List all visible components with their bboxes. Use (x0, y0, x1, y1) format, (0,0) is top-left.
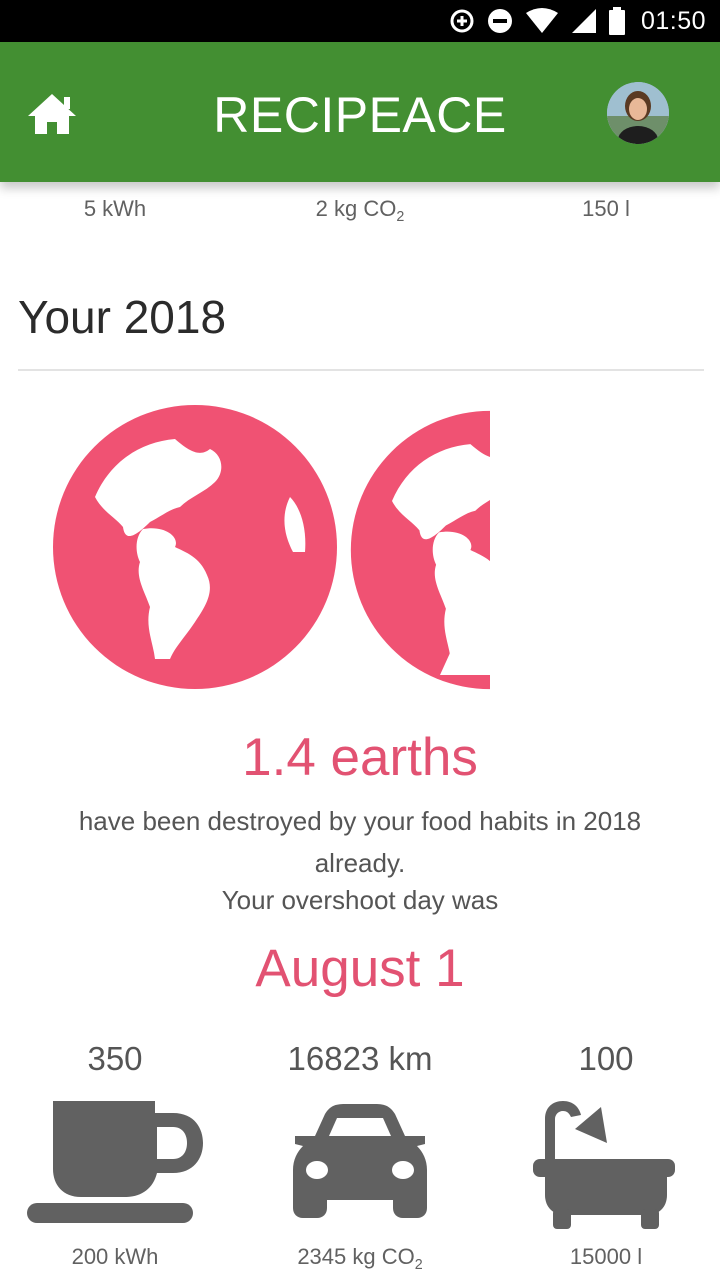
section-divider (18, 369, 704, 371)
stat-car: 16823 km 2345 kg CO2 (240, 1040, 480, 1273)
water-value: 150 l (582, 196, 630, 221)
stat-bath: 100 15000 l (486, 1040, 720, 1270)
do-not-disturb-icon (487, 8, 513, 34)
data-saver-icon (449, 8, 475, 34)
earths-illustration (50, 405, 500, 695)
stat-coffee: 350 200 kWh (0, 1040, 235, 1270)
globe-icon (53, 405, 337, 689)
co2-label: 2 kg CO (315, 196, 397, 221)
earths-count: 1.4 earths (242, 728, 478, 787)
coffee-cup-icon (0, 1094, 235, 1234)
cell-signal-icon (571, 8, 597, 34)
app-bar: RECIPEACE (0, 42, 720, 182)
earths-description: have been destroyed by your food habits … (78, 806, 642, 878)
stat-car-co2-subscript: 2 (414, 1257, 423, 1273)
section-title: Your 2018 (18, 291, 227, 343)
bathtub-icon (486, 1094, 720, 1234)
stat-car-co2: 2345 kg CO2 (240, 1244, 480, 1273)
profile-avatar[interactable] (607, 82, 669, 144)
co2-subscript: 2 (396, 209, 405, 225)
previous-stats-row: 5 kWh 2 kg CO2 150 l (0, 196, 720, 236)
overshoot-date: August 1 (255, 939, 465, 998)
wifi-icon (525, 8, 559, 34)
avatar-photo (607, 82, 669, 144)
co2-value: 2 kg CO2 (260, 196, 460, 225)
battery-icon (608, 7, 625, 35)
energy-value: 5 kWh (83, 196, 147, 221)
globe-icon-partial (350, 410, 490, 690)
stat-coffee-energy: 200 kWh (71, 1244, 159, 1269)
stat-car-distance: 16823 km (287, 1040, 433, 1077)
overshoot-label: Your overshoot day was (221, 885, 499, 915)
stat-coffee-value: 350 (87, 1040, 143, 1077)
stat-bath-water: 15000 l (569, 1244, 643, 1269)
stat-bath-count: 100 (578, 1040, 634, 1077)
status-bar: 01:50 (0, 0, 720, 42)
stat-car-co2-label: 2345 kg CO (297, 1244, 415, 1269)
clock: 01:50 (640, 6, 706, 35)
car-icon (240, 1094, 480, 1234)
